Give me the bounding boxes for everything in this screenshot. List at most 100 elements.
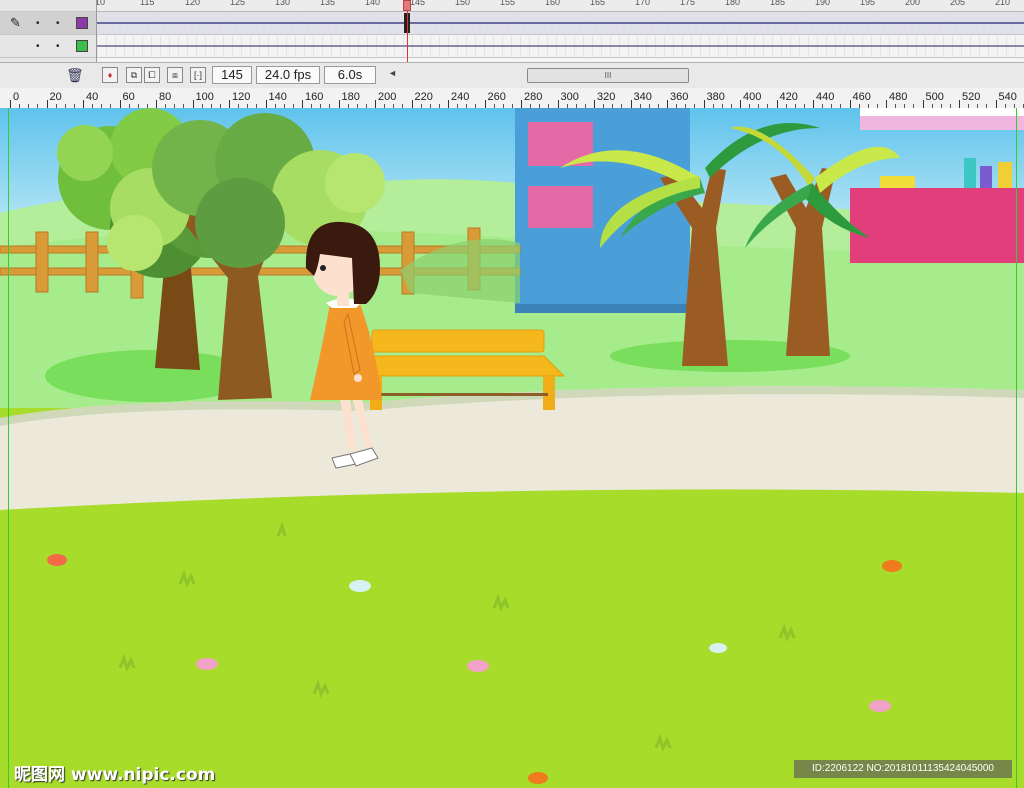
trash-icon[interactable]: 🗑 [66, 67, 84, 84]
edit-multiple-frames-icon[interactable]: ⧈ [167, 67, 183, 83]
ruler-major-tick [995, 100, 997, 108]
ruler-major-tick [484, 100, 486, 108]
yellow-block [880, 176, 915, 188]
ruler-major-tick [740, 100, 741, 108]
ruler-major-tick [922, 100, 924, 108]
onion-skin-icon[interactable]: ⧉ [126, 67, 142, 83]
stage-canvas[interactable] [0, 108, 1024, 788]
timeline-status-bar: 🗑 ♦ ⧉ ⧠ ⧈ [·] 145 24.0 fps 6.0s ◄ III [0, 62, 1024, 89]
ruler-label: 100 [195, 91, 214, 103]
ruler-label: 220 [414, 91, 433, 103]
ruler-label: 360 [670, 91, 689, 103]
lock-dot-icon[interactable]: • [56, 18, 60, 29]
ruler-major-tick [156, 100, 157, 108]
frames-grid[interactable]: 10 115 120 125 130 135 140 145 150 155 160 165 170 17… [97, 0, 1024, 62]
ruler-label: 460 [852, 91, 871, 103]
pencil-icon: ✎ [10, 15, 21, 30]
frame-row-1[interactable] [97, 12, 1024, 35]
frame-ruler-tick: 120 [185, 0, 201, 7]
stage-guide-right [1016, 108, 1017, 788]
ruler-major-tick [302, 100, 303, 108]
current-frame-display: 145 [212, 66, 252, 84]
ruler-major-tick [959, 100, 960, 108]
ruler-label: 400 [743, 91, 762, 103]
frame-ruler-tick: 195 [860, 0, 876, 7]
frame-ruler-tick: 140 [365, 0, 381, 7]
layer-row-1[interactable]: ✎ • • [0, 12, 96, 35]
ruler-label: 320 [597, 91, 616, 103]
frame-ruler[interactable]: 10 115 120 125 130 135 140 145 150 155 160 165 170 17… [97, 0, 1024, 12]
ruler-label: 480 [889, 91, 908, 103]
ruler-label: 520 [962, 91, 981, 103]
watermark-logo: 昵图网 www.nipic.com [14, 765, 216, 785]
ruler-label: 340 [633, 91, 652, 103]
ruler-major-tick [10, 100, 11, 108]
lawn [0, 489, 1024, 788]
ruler-label: 380 [706, 91, 725, 103]
tween-span [97, 22, 1024, 24]
ruler-major-tick [776, 100, 778, 108]
visibility-dot-icon[interactable]: • [36, 18, 40, 29]
ruler-label: 260 [487, 91, 506, 103]
ruler-label: 200 [378, 91, 397, 103]
onion-outline-icon[interactable]: ⧠ [144, 67, 160, 83]
frame-ruler-tick: 145 [410, 0, 426, 7]
frame-ruler-tick: 170 [635, 0, 651, 7]
roof-edge [860, 108, 1024, 116]
building-window [528, 186, 593, 228]
ruler-major-tick [46, 100, 48, 108]
modify-markers-icon[interactable]: [·] [190, 67, 206, 83]
ruler-label: 440 [816, 91, 835, 103]
watermark-id: ID:2206122 NO:20181011135424045000 [794, 760, 1012, 778]
ruler-major-tick [667, 100, 668, 108]
frame-ruler-tick: 155 [500, 0, 516, 7]
frame-ruler-tick: 115 [140, 0, 155, 7]
frame-row-2[interactable] [97, 35, 1024, 58]
ruler-label: 20 [49, 91, 62, 103]
ruler-major-tick [849, 100, 851, 108]
ruler-label: 140 [268, 91, 287, 103]
ruler-major-tick [411, 100, 413, 108]
pink-wall [850, 188, 1024, 263]
layer-row-2[interactable]: • • [0, 35, 96, 58]
ruler-label: 60 [122, 91, 135, 103]
ruler-major-tick [557, 100, 559, 108]
ruler-label: 300 [560, 91, 579, 103]
ruler-major-tick [703, 100, 705, 108]
box [964, 158, 976, 188]
ruler-label: 40 [86, 91, 99, 103]
stage-ruler: 0 20 40 60 80 100 120 140 160 180 200 220 240 260 280 3… [0, 88, 1024, 109]
ruler-major-tick [521, 100, 522, 108]
layer-color-swatch[interactable] [76, 40, 88, 52]
tween-span [97, 45, 1024, 47]
timeline-panel: ✎ • • • • 101151201251301351401451501551… [0, 0, 1024, 89]
frame-ruler-tick: 125 [230, 0, 246, 7]
frame-ruler-tick: 200 [905, 0, 921, 7]
ruler-major-tick [338, 100, 340, 108]
ruler-major-tick [119, 100, 121, 108]
elapsed-time-display: 6.0s [324, 66, 376, 84]
frame-ruler-tick: 175 [680, 0, 696, 7]
ruler-label: 540 [998, 91, 1017, 103]
ruler-label: 240 [451, 91, 470, 103]
ruler-major-tick [630, 100, 632, 108]
ruler-major-tick [192, 100, 194, 108]
layer-header [0, 0, 96, 12]
visibility-dot-icon[interactable]: • [36, 41, 40, 52]
timeline-scroll-thumb[interactable]: III [527, 68, 689, 83]
frame-ruler-tick: 205 [950, 0, 966, 7]
ruler-major-tick [886, 100, 887, 108]
frame-ruler-tick: 185 [770, 0, 786, 7]
frame-ruler-tick: 10 [97, 0, 106, 7]
center-frame-icon[interactable]: ♦ [102, 67, 118, 83]
frame-rate-display[interactable]: 24.0 fps [256, 66, 320, 84]
ruler-label: 280 [524, 91, 543, 103]
layer-color-swatch[interactable] [76, 17, 88, 29]
lock-dot-icon[interactable]: • [56, 41, 60, 52]
stage-guide-left [8, 108, 9, 788]
layer-list: ✎ • • • • [0, 0, 97, 62]
ruler-label: 180 [341, 91, 360, 103]
building-base [515, 304, 690, 313]
playhead-handle[interactable] [403, 0, 411, 11]
scroll-left-icon[interactable]: ◄ [388, 68, 397, 78]
